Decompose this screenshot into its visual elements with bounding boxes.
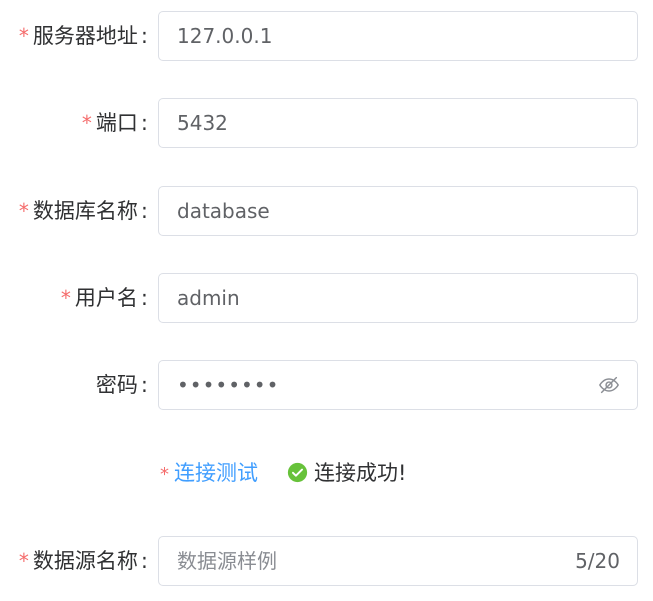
password-input[interactable]: •••••••• xyxy=(158,360,638,410)
port-input[interactable]: 5432 xyxy=(158,98,638,148)
connection-test: * 连接测试 xyxy=(160,451,258,495)
form-row-port: * 端口: 5432 xyxy=(0,98,653,148)
database-label: * 数据库名称: xyxy=(19,186,148,236)
username-input[interactable]: admin xyxy=(158,273,638,323)
database-input-value: database xyxy=(177,199,270,223)
required-mark: * xyxy=(18,199,29,223)
port-input-value: 5432 xyxy=(177,111,228,135)
server-label-text: 服务器地址 xyxy=(32,24,138,48)
connection-status: 连接成功! xyxy=(287,451,406,495)
datasource-input[interactable]: 数据源样例 5/20 xyxy=(158,536,638,586)
label-colon: : xyxy=(140,24,148,48)
label-colon: : xyxy=(140,286,148,310)
password-input-value: •••••••• xyxy=(177,373,280,397)
form-row-server: * 服务器地址: 127.0.0.1 xyxy=(0,11,653,61)
connection-status-text: 连接成功! xyxy=(314,461,407,485)
eye-off-icon[interactable] xyxy=(598,374,620,396)
password-label: 密码: xyxy=(96,360,148,410)
username-label: * 用户名: xyxy=(61,273,148,323)
required-mark: * xyxy=(60,286,71,310)
required-mark: * xyxy=(81,111,92,135)
server-input-value: 127.0.0.1 xyxy=(177,24,273,48)
datasource-input-placeholder: 数据源样例 xyxy=(177,549,277,573)
username-input-value: admin xyxy=(177,286,240,310)
required-mark: * xyxy=(160,464,169,485)
form-row-password: 密码: •••••••• xyxy=(0,360,653,410)
server-label: * 服务器地址: xyxy=(19,11,148,61)
label-colon: : xyxy=(140,549,148,573)
required-mark: * xyxy=(18,549,29,573)
char-counter: 5/20 xyxy=(575,549,620,573)
username-label-text: 用户名 xyxy=(74,286,138,310)
label-colon: : xyxy=(140,373,148,397)
datasource-label-text: 数据源名称 xyxy=(32,549,138,573)
port-label: * 端口: xyxy=(82,98,148,148)
connection-test-link[interactable]: 连接测试 xyxy=(174,461,258,485)
form-row-datasource: * 数据源名称: 数据源样例 5/20 xyxy=(0,536,653,586)
label-colon: : xyxy=(140,199,148,223)
required-mark: * xyxy=(18,24,29,48)
port-label-text: 端口 xyxy=(95,111,138,135)
datasource-label: * 数据源名称: xyxy=(19,536,148,586)
password-label-text: 密码 xyxy=(95,373,138,397)
check-circle-icon xyxy=(287,454,308,498)
form-row-username: * 用户名: admin xyxy=(0,273,653,323)
form-row-database: * 数据库名称: database xyxy=(0,186,653,236)
database-input[interactable]: database xyxy=(158,186,638,236)
label-colon: : xyxy=(140,111,148,135)
database-label-text: 数据库名称 xyxy=(32,199,138,223)
server-input[interactable]: 127.0.0.1 xyxy=(158,11,638,61)
